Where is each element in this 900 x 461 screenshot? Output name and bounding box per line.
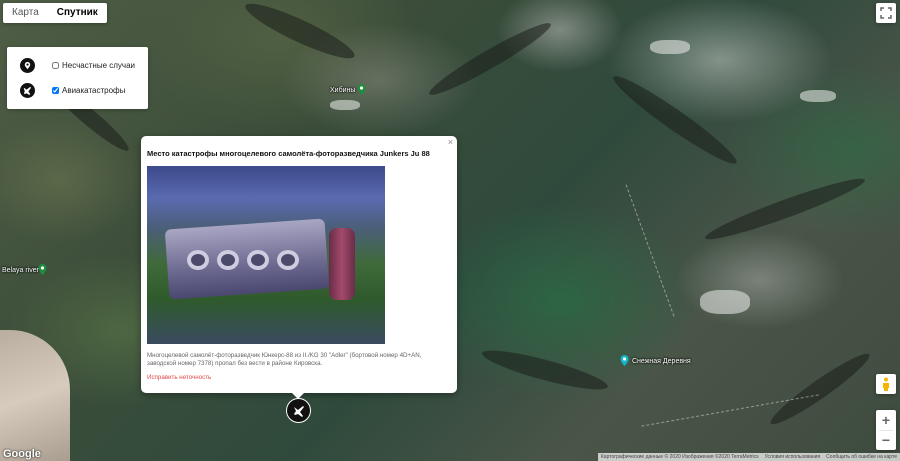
info-description: Многоцелевой самолёт-фоторазведчик Юнкер…: [147, 352, 422, 367]
map-type-control: Карта Спутник: [3, 3, 107, 23]
crash-photo: [147, 166, 385, 344]
info-window: × Место катастрофы многоцелевого самолёт…: [141, 136, 457, 393]
engine-cylinder: [217, 250, 239, 270]
pegman-icon: [883, 377, 889, 391]
layer-plane-crashes-label: Авиакатастрофы: [62, 85, 126, 95]
report-map-error-link[interactable]: Сообщить об ошибке на карте: [823, 453, 900, 461]
layer-accidents-label: Несчастные случаи: [62, 60, 136, 70]
layers-panel: Несчастные случаи Авиакатастрофы: [7, 47, 148, 109]
crash-marker[interactable]: [286, 398, 311, 423]
terrain-ridge: [424, 16, 556, 102]
place-label-belaya-river[interactable]: Belaya river: [2, 267, 39, 274]
zoom-in-button[interactable]: +: [876, 410, 896, 430]
road: [625, 184, 675, 317]
zoom-out-button[interactable]: −: [876, 430, 896, 450]
terms-link[interactable]: Условия использования: [762, 453, 824, 461]
engine-cylinder: [277, 250, 299, 270]
info-title: Место катастрофы многоцелевого самолёта-…: [147, 149, 430, 158]
terrain-ridge: [765, 347, 875, 431]
street-view-pegman[interactable]: [876, 374, 896, 394]
terrain-ridge: [702, 171, 868, 247]
plane-crash-icon: [293, 405, 304, 417]
place-label-snow-village[interactable]: Снежная Деревня: [632, 358, 691, 365]
park-pin-icon[interactable]: [38, 264, 47, 275]
engine-cylinder: [187, 250, 209, 270]
layer-accidents-checkbox[interactable]: [52, 61, 59, 69]
terrain-snow: [650, 40, 690, 54]
close-icon[interactable]: ×: [448, 137, 453, 147]
zoom-divider: [879, 430, 893, 431]
engine-pipe: [329, 228, 355, 300]
fullscreen-icon: [880, 7, 892, 19]
park-pin-icon[interactable]: [357, 84, 366, 95]
terrain-ridge: [240, 0, 360, 67]
map-data-attribution: Картографические данные © 2020 Изображен…: [600, 454, 759, 460]
place-label-khibiny[interactable]: Хибины: [330, 87, 355, 94]
layer-plane-crashes[interactable]: Авиакатастрофы: [20, 82, 125, 98]
terrain-ridge: [479, 343, 611, 397]
map-type-map-button[interactable]: Карта: [3, 3, 48, 23]
engine-cylinder: [247, 250, 269, 270]
terrain-snow: [800, 90, 836, 102]
terrain-snow: [330, 100, 360, 110]
google-logo[interactable]: Google: [3, 448, 41, 460]
plane-crash-icon: [20, 82, 35, 98]
report-error-link[interactable]: Исправить неточность: [147, 374, 211, 381]
attribution-bar: Картографические данные © 2020 Изображен…: [597, 453, 900, 461]
layer-plane-crashes-checkbox[interactable]: [52, 86, 59, 94]
terrain-snow: [700, 290, 750, 314]
zoom-control: + −: [876, 410, 896, 450]
map-type-satellite-button[interactable]: Спутник: [48, 3, 107, 23]
layer-accidents[interactable]: Несчастные случаи: [20, 57, 135, 73]
fullscreen-button[interactable]: [876, 3, 896, 23]
terrain-ridge: [607, 68, 743, 172]
attraction-pin-icon[interactable]: [620, 355, 629, 366]
pin-icon: [20, 57, 35, 73]
quarry-area: [0, 330, 70, 461]
